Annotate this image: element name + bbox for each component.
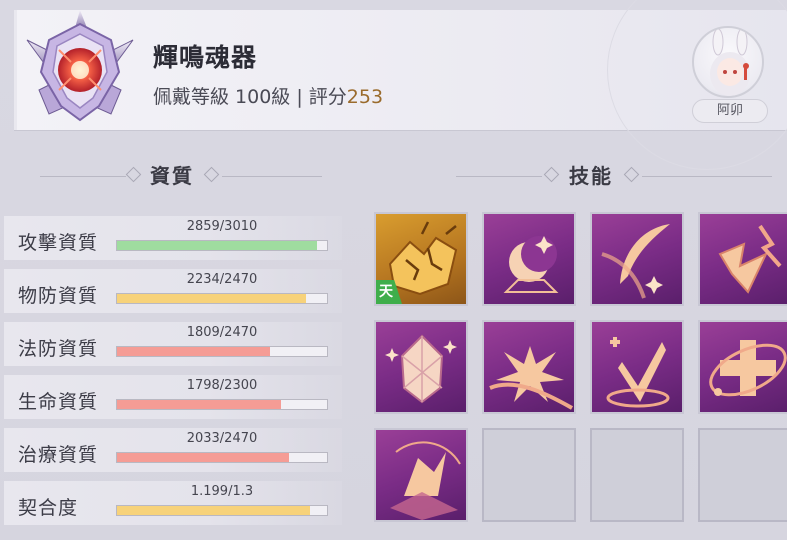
divider-line	[222, 176, 322, 177]
diamond-icon	[203, 166, 220, 183]
stat-row: 物防資質 2234/2470	[4, 269, 342, 313]
skill-slot[interactable]	[590, 212, 684, 306]
stat-label: 法防資質	[18, 338, 99, 360]
stat-label: 生命資質	[18, 391, 99, 413]
skill-slot[interactable]	[698, 212, 787, 306]
skill-slot[interactable]	[374, 320, 468, 414]
skill-slot[interactable]: 天	[374, 212, 468, 306]
stat-value: 2033/2470	[186, 431, 258, 446]
stat-bar-fill	[117, 294, 306, 303]
stat-row: 生命資質 1798/2300	[4, 375, 342, 419]
skill-slot-empty[interactable]	[698, 428, 787, 522]
diamond-icon	[125, 166, 142, 183]
soul-artifact-emblem-icon	[26, 10, 134, 122]
stat-value: 1.199/1.3	[190, 484, 254, 499]
stat-bar	[116, 505, 328, 516]
lightning-arrow-icon	[718, 224, 782, 294]
plus-orbit-icon	[709, 340, 787, 397]
skill-slot[interactable]	[482, 212, 576, 306]
divider-line	[642, 176, 772, 177]
crystal-shard-icon	[390, 441, 461, 520]
stat-row: 法防資質 1809/2470	[4, 322, 342, 366]
stat-value: 2859/3010	[186, 219, 258, 234]
divider-line	[456, 176, 542, 177]
burst-icon	[489, 346, 573, 410]
decorative-ring	[607, 0, 787, 170]
heal-arrow-icon	[606, 337, 670, 408]
stat-row: 契合度 1.199/1.3	[4, 481, 342, 525]
stat-label: 契合度	[18, 497, 79, 519]
skill-slot[interactable]	[374, 428, 468, 522]
stat-bar	[116, 452, 328, 463]
stat-bar-fill	[117, 453, 290, 462]
stat-value: 1809/2470	[186, 325, 258, 340]
avatar-name-label: 阿卯	[692, 99, 768, 123]
item-subline: 佩戴等級 100級 | 評分253	[153, 82, 383, 109]
stat-label: 治療資質	[18, 444, 99, 466]
stat-value: 2234/2470	[186, 272, 258, 287]
stat-label: 攻擊資質	[18, 232, 99, 254]
stat-row: 治療資質 2033/2470	[4, 428, 342, 472]
skill-slot[interactable]	[698, 320, 787, 414]
skill-slot[interactable]	[590, 320, 684, 414]
crescent-moon-icon	[503, 236, 559, 293]
diamond-icon	[623, 166, 640, 183]
stats-section-title: 資質	[150, 164, 194, 188]
item-header-card: 輝鳴魂器 佩戴等級 100級 | 評分253 阿卯	[14, 0, 787, 170]
skill-slot-empty[interactable]	[590, 428, 684, 522]
stat-bar	[116, 346, 328, 357]
divider-line	[40, 176, 126, 177]
stat-value: 1798/2300	[186, 378, 258, 393]
avatar[interactable]	[692, 26, 764, 98]
skill-slot[interactable]	[482, 320, 576, 414]
crystal-icon	[385, 334, 457, 404]
diamond-icon	[543, 166, 560, 183]
level-text: 佩戴等級 100級 | 評分	[153, 86, 347, 108]
feather-icon	[601, 224, 670, 299]
skills-section-title: 技能	[569, 164, 613, 188]
stat-bar	[116, 399, 328, 410]
stat-bar	[116, 293, 328, 304]
score-value: 253	[346, 86, 384, 108]
stat-label: 物防資質	[18, 285, 99, 307]
stat-bar-fill	[117, 400, 281, 409]
stat-bar-fill	[117, 241, 317, 250]
skill-slot-empty[interactable]	[482, 428, 576, 522]
stat-bar	[116, 240, 328, 251]
stat-bar-fill	[117, 347, 271, 356]
stat-row: 攻擊資質 2859/3010	[4, 216, 342, 260]
stat-bar-fill	[117, 506, 311, 515]
item-title: 輝鳴魂器	[153, 43, 258, 72]
